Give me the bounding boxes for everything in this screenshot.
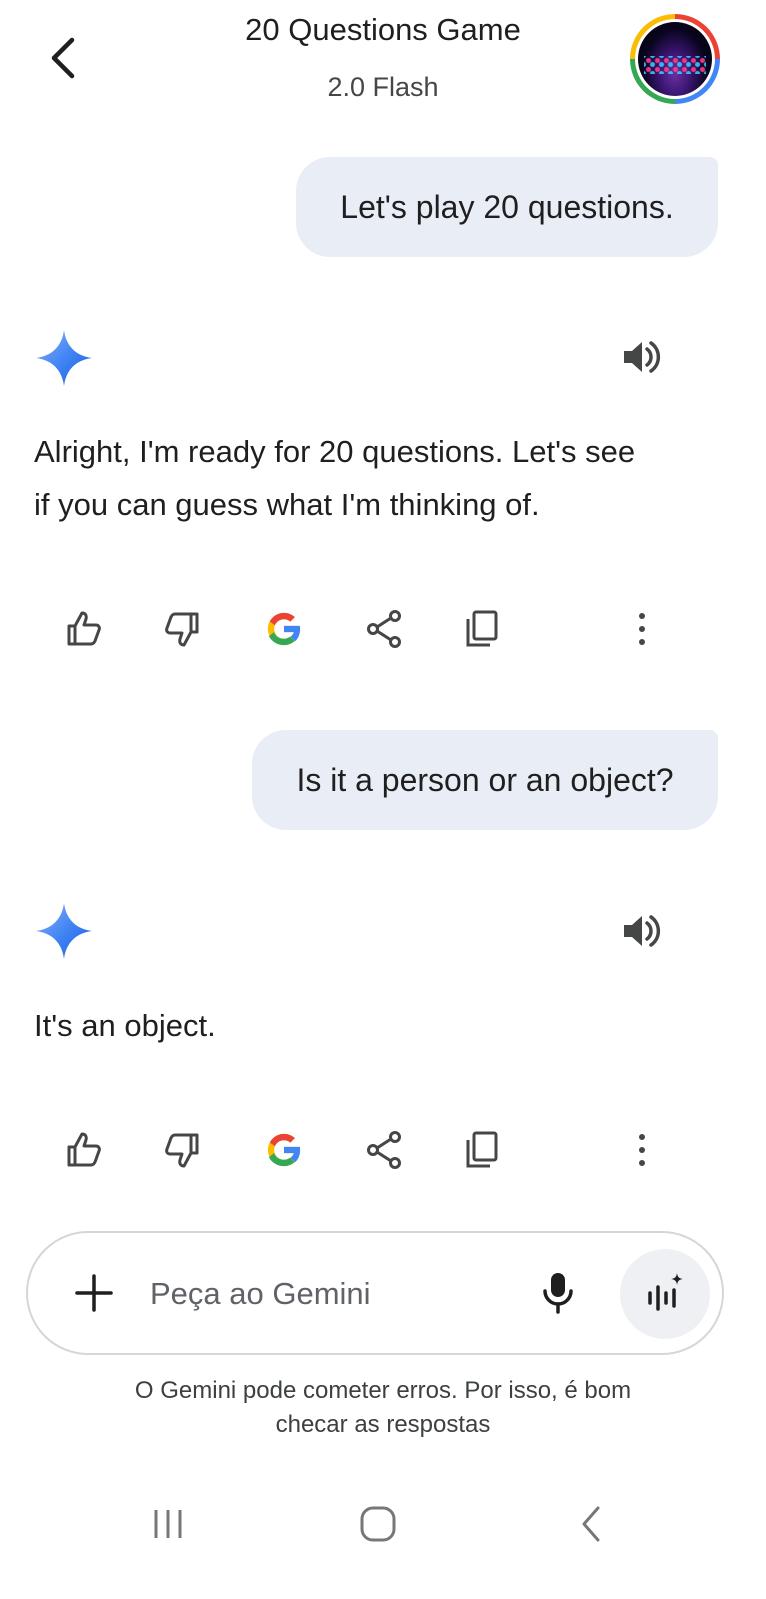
more-vert-icon xyxy=(639,613,645,645)
google-icon xyxy=(267,1133,302,1167)
copy-button[interactable] xyxy=(452,1115,512,1185)
thumbs-down-icon xyxy=(165,612,199,647)
user-message: Let's play 20 questions. xyxy=(296,157,718,257)
more-options-button[interactable] xyxy=(612,1115,672,1185)
prompt-box xyxy=(26,1231,724,1355)
gemini-sparkle-icon xyxy=(36,903,92,959)
share-icon xyxy=(367,1131,401,1169)
thumbs-up-icon xyxy=(67,1132,101,1167)
share-icon xyxy=(367,610,401,648)
double-check-button[interactable] xyxy=(254,594,314,664)
response-line: Alright, I'm ready for 20 questions. Let… xyxy=(34,434,636,469)
gemini-live-icon xyxy=(648,1273,683,1311)
plus-icon xyxy=(75,1274,113,1312)
model-response: Alright, I'm ready for 20 questions. Let… xyxy=(34,425,714,531)
recents-icon xyxy=(154,1510,182,1538)
read-aloud-button[interactable] xyxy=(614,903,670,959)
home-button[interactable] xyxy=(343,1494,413,1554)
gemini-sparkle-icon xyxy=(36,330,92,386)
system-nav-bar xyxy=(0,1480,766,1570)
copy-icon xyxy=(466,1131,498,1168)
share-button[interactable] xyxy=(354,1115,414,1185)
share-button[interactable] xyxy=(354,594,414,664)
disclaimer-line: checar as respostas xyxy=(275,1411,491,1438)
prompt-input[interactable] xyxy=(150,1269,520,1319)
home-icon xyxy=(360,1506,396,1542)
disclaimer-text: O Gemini pode cometer erros. Por isso, é… xyxy=(60,1374,706,1442)
user-message-text: Is it a person or an object? xyxy=(296,761,674,798)
good-response-button[interactable] xyxy=(54,594,114,664)
add-attachment-button[interactable] xyxy=(64,1263,124,1323)
more-options-button[interactable] xyxy=(612,594,672,664)
model-response: It's an object. xyxy=(34,999,714,1052)
google-icon xyxy=(267,612,302,646)
copy-button[interactable] xyxy=(452,594,512,664)
system-back-button[interactable] xyxy=(556,1494,626,1554)
response-line: It's an object. xyxy=(34,1008,216,1043)
response-actions xyxy=(0,594,766,664)
avatar-image xyxy=(638,22,712,96)
double-check-button[interactable] xyxy=(254,1115,314,1185)
user-message-text: Let's play 20 questions. xyxy=(340,188,674,225)
voice-input-button[interactable] xyxy=(528,1263,588,1323)
response-line: if you can guess what I'm thinking of. xyxy=(34,487,540,522)
copy-icon xyxy=(466,610,498,647)
bad-response-button[interactable] xyxy=(152,1115,212,1185)
user-message: Is it a person or an object? xyxy=(252,730,718,830)
good-response-button[interactable] xyxy=(54,1115,114,1185)
speaker-icon xyxy=(624,915,661,947)
back-icon xyxy=(582,1506,600,1542)
disclaimer-line: O Gemini pode cometer erros. Por isso, é… xyxy=(134,1377,632,1404)
top-app-bar: 20 Questions Game 2.0 Flash xyxy=(0,0,766,130)
thumbs-up-icon xyxy=(67,611,101,646)
recents-button[interactable] xyxy=(133,1494,203,1554)
thumbs-down-icon xyxy=(165,1133,199,1168)
read-aloud-button[interactable] xyxy=(614,329,670,385)
bad-response-button[interactable] xyxy=(152,594,212,664)
mic-icon xyxy=(543,1273,573,1314)
more-vert-icon xyxy=(639,1134,645,1166)
speaker-icon xyxy=(624,341,661,373)
profile-avatar[interactable] xyxy=(630,14,720,104)
gemini-live-button[interactable] xyxy=(620,1249,710,1339)
response-actions xyxy=(0,1115,766,1185)
